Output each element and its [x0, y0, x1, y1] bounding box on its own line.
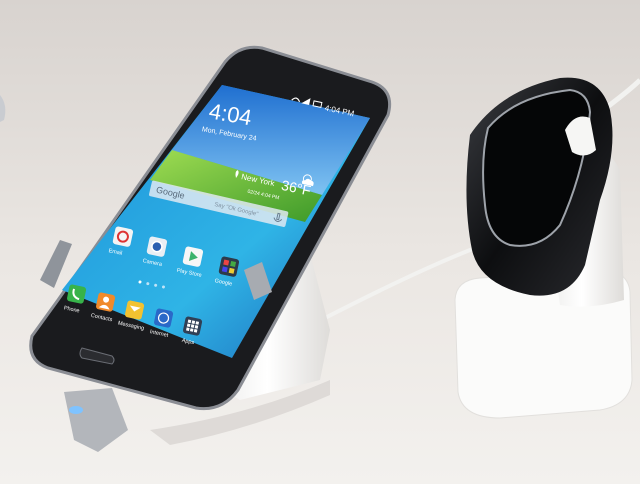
- alarm-led: [69, 406, 83, 414]
- product-display-photo: 4:04 PM 4:04 Mon, February 24 New York 3…: [0, 0, 640, 484]
